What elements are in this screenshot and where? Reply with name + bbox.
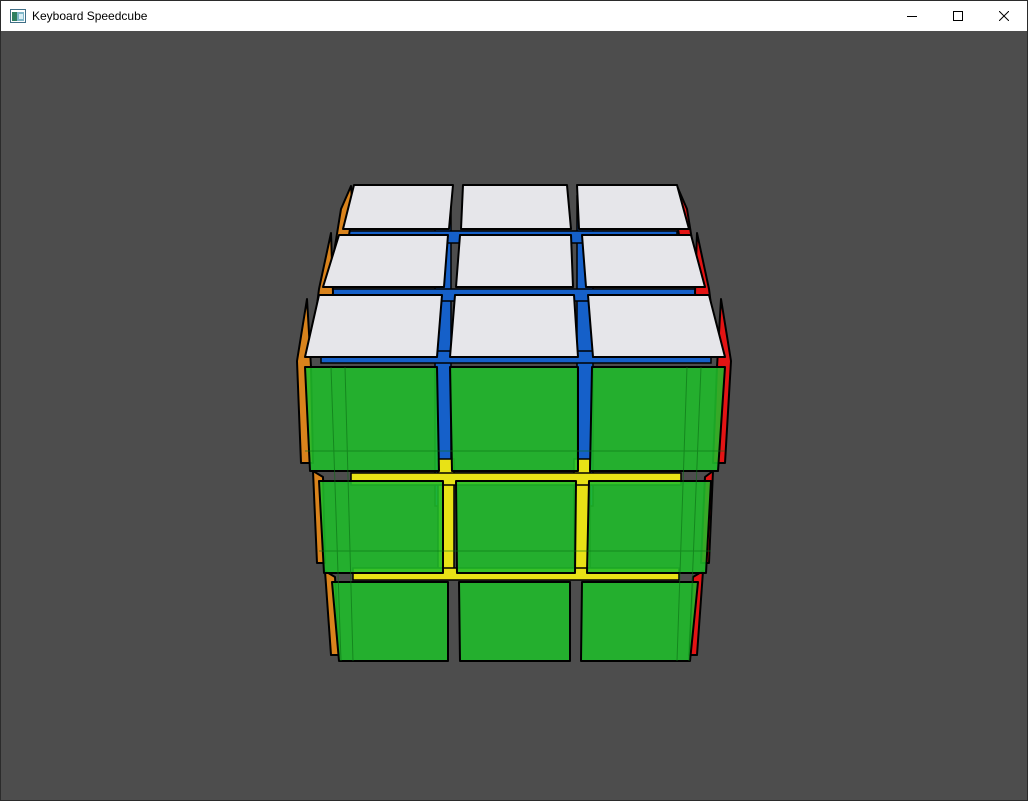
rubiks-cube[interactable]: [1, 31, 1027, 800]
front-sticker-9: [580, 581, 699, 662]
window-title: Keyboard Speedcube: [32, 9, 148, 23]
top-sticker-2: [460, 184, 572, 230]
minimize-button[interactable]: [889, 1, 935, 31]
minimize-icon: [907, 16, 917, 17]
front-sticker-3: [589, 366, 726, 472]
front-sticker-7: [331, 581, 449, 662]
app-window: Keyboard Speedcube: [0, 0, 1028, 801]
close-button[interactable]: [981, 1, 1027, 31]
top-sticker-4: [322, 234, 449, 288]
title-bar[interactable]: Keyboard Speedcube: [1, 1, 1027, 31]
front-sticker-2: [449, 366, 579, 472]
maximize-icon: [953, 11, 963, 21]
maximize-button[interactable]: [935, 1, 981, 31]
top-sticker-8: [449, 294, 579, 358]
close-icon: [999, 11, 1009, 21]
window-controls: [889, 1, 1027, 31]
front-sticker-6: [586, 480, 712, 574]
app-window-icon: [10, 8, 26, 24]
cube-viewport[interactable]: [1, 31, 1027, 800]
top-sticker-6: [581, 234, 706, 288]
top-sticker-3: [576, 184, 690, 230]
cube-top-face: [304, 184, 726, 358]
cube-front-face: [304, 366, 726, 662]
front-sticker-5: [455, 480, 577, 574]
top-sticker-7: [304, 294, 443, 358]
front-sticker-8: [458, 581, 571, 662]
top-sticker-9: [587, 294, 726, 358]
top-sticker-1: [342, 184, 454, 230]
front-sticker-1: [304, 366, 440, 472]
top-sticker-5: [455, 234, 574, 288]
